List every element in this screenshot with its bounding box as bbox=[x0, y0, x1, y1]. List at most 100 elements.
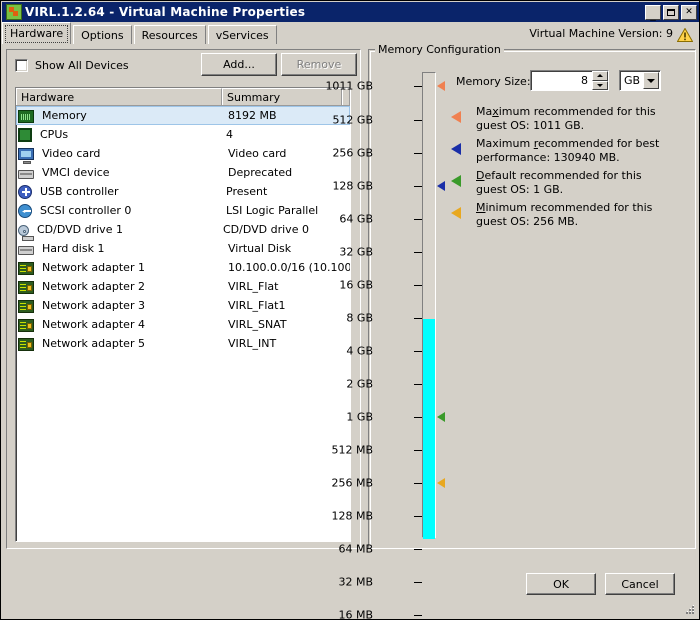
tab-vservices-label: vServices bbox=[215, 28, 269, 42]
resize-grip[interactable] bbox=[683, 604, 696, 617]
slider-tick-label: 8 GB bbox=[346, 311, 373, 325]
hardware-device-name: Network adapter 1 bbox=[42, 261, 145, 274]
window-title: VIRL.1.2.64 - Virtual Machine Properties bbox=[25, 5, 306, 19]
table-row[interactable]: Network adapter 5 VIRL_INT bbox=[16, 334, 350, 353]
column-header-summary[interactable]: Summary bbox=[222, 88, 342, 105]
tab-resources[interactable]: Resources bbox=[133, 25, 206, 44]
slider-tick-label: 128 MB bbox=[331, 509, 373, 523]
slider-tick-mark bbox=[414, 516, 422, 517]
table-row[interactable]: Video card Video card bbox=[16, 144, 350, 164]
table-row[interactable]: Hard disk 1 Virtual Disk bbox=[16, 239, 350, 258]
maximum-guest-os-marker bbox=[437, 81, 445, 91]
hardware-device-name: Network adapter 5 bbox=[42, 337, 145, 350]
slider-tick-mark bbox=[414, 615, 422, 616]
slider-tick-mark bbox=[414, 120, 422, 121]
memory-icon bbox=[18, 110, 34, 123]
slider-tick-label: 64 GB bbox=[339, 212, 373, 226]
memory-slider-track[interactable] bbox=[422, 72, 436, 539]
column-header-hardware[interactable]: Hardware bbox=[16, 88, 222, 105]
slider-tick-label: 256 GB bbox=[332, 146, 373, 160]
recommendation-line-2: guest OS: 1011 GB. bbox=[476, 119, 585, 132]
table-row[interactable]: VMCI device Deprecated bbox=[16, 163, 350, 182]
hardware-list[interactable]: Hardware Summary Memory 8192 MB CPUs 4 Video… bbox=[15, 87, 351, 542]
hardware-device-name: CD/DVD drive 1 bbox=[37, 223, 123, 236]
slider-tick-mark bbox=[414, 285, 422, 286]
table-row[interactable]: CPUs 4 bbox=[16, 125, 350, 144]
tab-hardware-label: Hardware bbox=[10, 27, 64, 40]
slider-tick-mark bbox=[414, 549, 422, 550]
default-recommended-marker bbox=[437, 412, 445, 422]
table-row[interactable]: Network adapter 2 VIRL_Flat bbox=[16, 277, 350, 296]
table-row[interactable]: CD/DVD drive 1 CD/DVD drive 0 bbox=[16, 220, 350, 241]
virtual-machine-properties-window: VIRL.1.2.64 - Virtual Machine Properties… bbox=[0, 0, 700, 620]
cpu-icon bbox=[18, 128, 32, 142]
slider-tick-label: 64 MB bbox=[338, 542, 373, 556]
warning-triangle-icon bbox=[677, 28, 693, 42]
hardware-device-summary: LSI Logic Parallel bbox=[226, 204, 319, 217]
close-icon[interactable]: ✕ bbox=[681, 4, 697, 20]
network-adapter-icon bbox=[18, 319, 34, 332]
hardware-device-summary: Virtual Disk bbox=[228, 242, 292, 255]
table-row[interactable]: Network adapter 4 VIRL_SNAT bbox=[16, 315, 350, 334]
memory-size-decrement-icon[interactable] bbox=[592, 80, 608, 90]
memory-size-input[interactable]: 8 bbox=[530, 70, 609, 91]
cancel-button[interactable]: Cancel bbox=[605, 573, 675, 595]
recommendation-marker-icon bbox=[451, 111, 461, 123]
table-row[interactable]: USB controller Present bbox=[16, 182, 350, 201]
network-adapter-icon bbox=[18, 338, 34, 351]
memory-size-slider[interactable]: 1011 GB 512 GB 256 GB 128 GB 64 GB 32 GB 16 GB… bbox=[325, 63, 445, 619]
network-adapter-icon bbox=[18, 262, 34, 275]
recommendation-text: Maximum recommended for this guest OS: 10… bbox=[476, 105, 691, 133]
hardware-device-summary: VIRL_Flat bbox=[228, 280, 279, 293]
recommendation-line-1: Maximum recommended for this bbox=[476, 105, 656, 118]
hardware-device-name: SCSI controller 0 bbox=[40, 204, 132, 217]
hardware-device-summary: 10.100.0.0/16 (10.100.... bbox=[228, 261, 350, 274]
slider-tick-mark bbox=[414, 351, 422, 352]
tab-hardware[interactable]: Hardware bbox=[2, 22, 72, 44]
video-card-icon bbox=[18, 148, 34, 164]
hardware-device-summary: 4 bbox=[226, 128, 233, 141]
memory-unit-select[interactable]: GB bbox=[619, 70, 661, 91]
hard-disk-icon bbox=[18, 246, 34, 255]
slider-tick-label: 512 GB bbox=[332, 113, 373, 127]
add-button[interactable]: Add... bbox=[201, 53, 277, 76]
hardware-device-summary: VIRL_SNAT bbox=[228, 318, 287, 331]
show-all-devices-label: Show All Devices bbox=[35, 59, 129, 72]
slider-tick-mark bbox=[414, 483, 422, 484]
remove-button[interactable]: Remove bbox=[281, 53, 357, 76]
minimize-icon[interactable]: _ bbox=[645, 4, 661, 20]
vm-app-icon bbox=[6, 4, 22, 20]
recommendation-marker-icon bbox=[451, 175, 461, 187]
table-row[interactable]: SCSI controller 0 LSI Logic Parallel bbox=[16, 201, 350, 220]
maximize-icon[interactable] bbox=[663, 4, 679, 20]
recommendation-line-1: Default recommended for this bbox=[476, 169, 642, 182]
slider-tick-mark bbox=[414, 86, 422, 87]
memory-size-increment-icon[interactable] bbox=[592, 71, 608, 81]
hardware-device-name: Video card bbox=[42, 147, 101, 160]
maximum-performance-marker bbox=[437, 181, 445, 191]
slider-tick-label: 16 MB bbox=[338, 608, 373, 620]
network-adapter-icon bbox=[18, 300, 34, 313]
memory-size-stepper[interactable] bbox=[592, 71, 608, 90]
usb-controller-icon bbox=[18, 185, 32, 199]
show-all-devices-checkbox[interactable] bbox=[15, 59, 28, 72]
table-row[interactable]: Network adapter 1 10.100.0.0/16 (10.100..… bbox=[16, 258, 350, 277]
ok-button[interactable]: OK bbox=[526, 573, 596, 595]
hardware-device-name: Hard disk 1 bbox=[42, 242, 105, 255]
tab-vservices[interactable]: vServices bbox=[207, 25, 277, 44]
table-row[interactable]: Network adapter 3 VIRL_Flat1 bbox=[16, 296, 350, 315]
hardware-list-header: Hardware Summary bbox=[16, 88, 350, 106]
window-controls: _ ✕ bbox=[645, 4, 697, 20]
hardware-device-summary: CD/DVD drive 0 bbox=[223, 223, 309, 236]
slider-tick-mark bbox=[414, 219, 422, 220]
recommendation-text: Minimum recommended for this guest OS: 25… bbox=[476, 201, 691, 229]
show-all-devices-row[interactable]: Show All Devices bbox=[15, 59, 129, 72]
tab-options[interactable]: Options bbox=[73, 25, 132, 44]
vmci-device-icon bbox=[18, 170, 34, 179]
slider-tick-mark bbox=[414, 417, 422, 418]
slider-tick-label: 256 MB bbox=[331, 476, 373, 490]
slider-tick-mark bbox=[414, 252, 422, 253]
recommendation-marker-icon bbox=[451, 207, 461, 219]
table-row[interactable]: Memory 8192 MB bbox=[16, 106, 350, 125]
chevron-down-icon[interactable] bbox=[643, 72, 659, 89]
